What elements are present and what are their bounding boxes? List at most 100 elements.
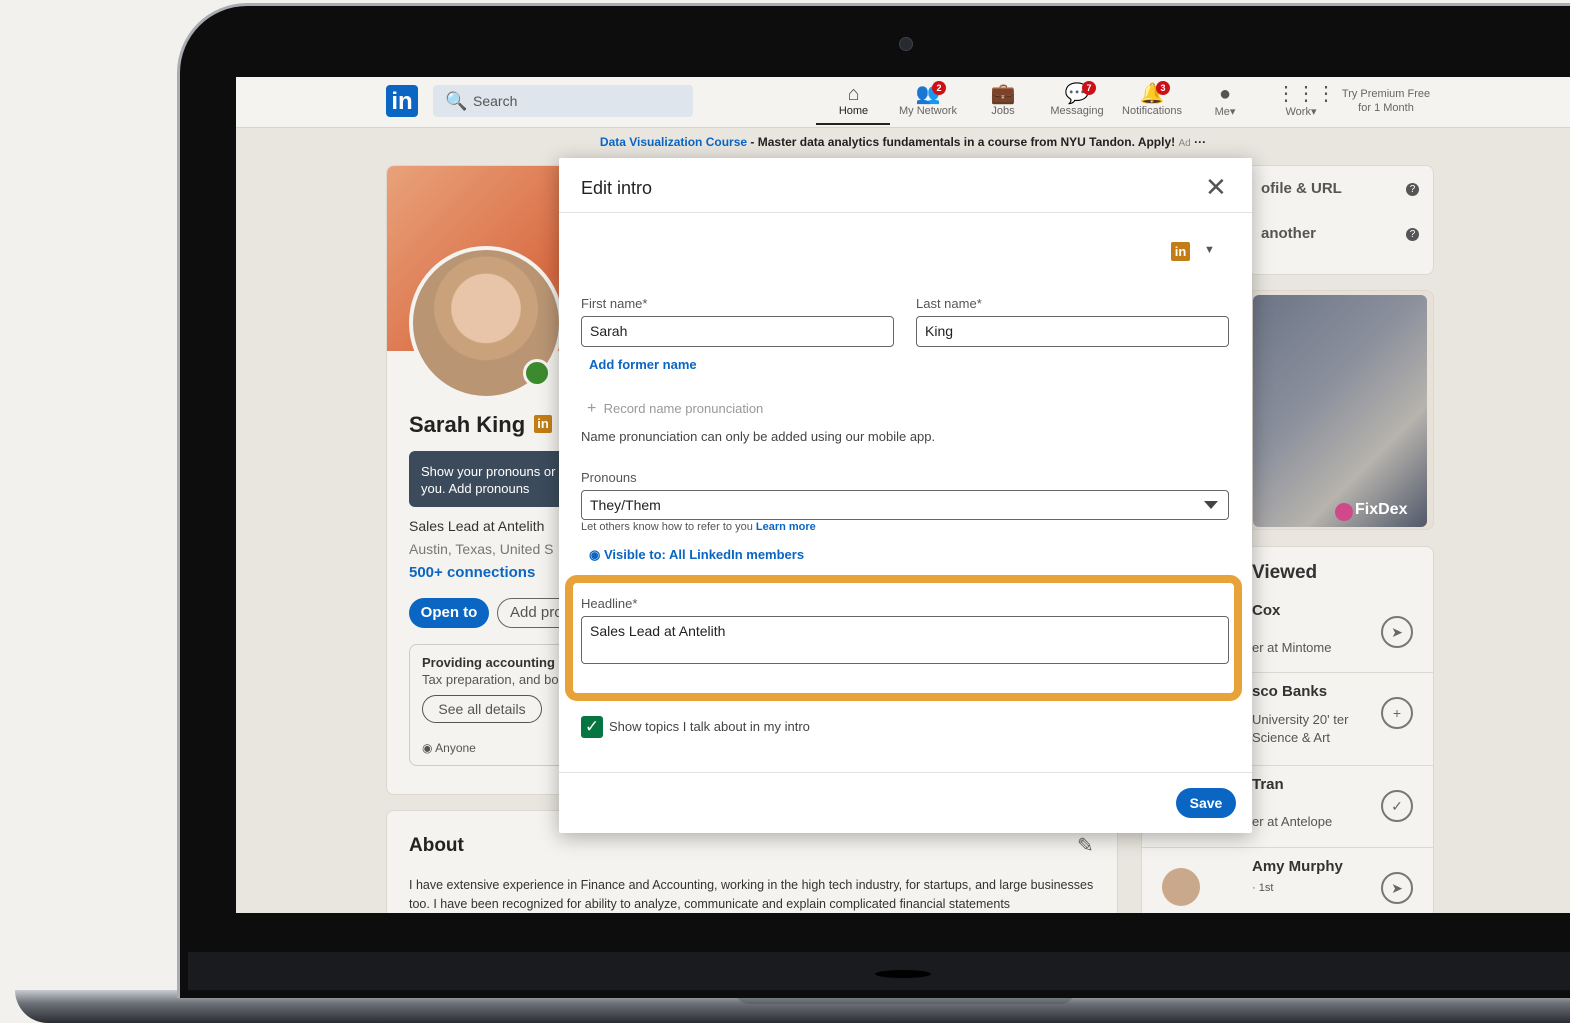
- about-title: About: [409, 835, 464, 856]
- another-language-link[interactable]: another: [1261, 225, 1316, 242]
- bell-icon: 🔔: [1139, 83, 1165, 105]
- profile-url-card: ofile & URL ? another ?: [1246, 165, 1434, 275]
- about-text: I have extensive experience in Finance a…: [409, 878, 1094, 911]
- eye-icon: ◉: [589, 547, 601, 562]
- first-name-field[interactable]: Sarah: [581, 316, 894, 347]
- send-icon[interactable]: ➤: [1381, 616, 1413, 648]
- linkedin-badge-icon[interactable]: in: [1171, 242, 1190, 261]
- headline-textarea[interactable]: Sales Lead at Antelith: [581, 616, 1229, 664]
- fixdex-logo-icon: [1335, 503, 1353, 521]
- ad-banner: Data Visualization Course - Master data …: [236, 135, 1570, 149]
- people-viewed-title: Viewed: [1252, 562, 1318, 583]
- services-title: Providing accounting: [422, 655, 555, 670]
- profile-location: Austin, Texas, United S: [409, 541, 554, 557]
- active-tab-indicator: [816, 123, 890, 125]
- pencil-icon[interactable]: ✎: [1077, 833, 1094, 858]
- plus-icon: +: [587, 400, 597, 417]
- learn-more-link[interactable]: Learn more: [756, 521, 816, 533]
- ad-text: - Master data analytics fundamentals in …: [747, 135, 1176, 149]
- open-to-button[interactable]: Open to: [409, 598, 489, 628]
- nav-home[interactable]: ⌂ Home: [826, 83, 881, 117]
- last-name-field[interactable]: King: [916, 316, 1229, 347]
- nav-me[interactable]: ● Me▾: [1206, 83, 1244, 118]
- help-icon[interactable]: ?: [1406, 228, 1419, 241]
- nav-me-label: Me: [1214, 106, 1230, 118]
- pronoun-hint: Let others know how to refer to you Lear…: [581, 521, 816, 533]
- ad-tag: Ad: [1178, 138, 1191, 149]
- top-nav: in 🔍 Search ⌂ Home 👥 2 My Network 💼 Jobs 💬 7 M…: [236, 77, 1570, 128]
- person-name[interactable]: sco Banks: [1252, 683, 1327, 700]
- list-item[interactable]: Amy Murphy · 1st ➤: [1142, 847, 1433, 913]
- person-name[interactable]: Cox: [1252, 602, 1280, 619]
- nav-jobs[interactable]: 💼 Jobs: [978, 83, 1028, 117]
- chevron-down-icon[interactable]: ▼: [1204, 244, 1215, 256]
- premium-link[interactable]: Try Premium Free for 1 Month: [1336, 87, 1436, 115]
- person-desc: er at Antelope: [1252, 814, 1333, 829]
- person-desc: er at Mintome: [1252, 640, 1332, 655]
- chevron-down-icon: ▾: [1229, 106, 1236, 118]
- linkedin-badge-icon: in: [534, 415, 552, 433]
- connections-link[interactable]: 500+ connections: [409, 564, 535, 581]
- search-placeholder: Search: [473, 93, 518, 109]
- more-icon[interactable]: ···: [1194, 135, 1206, 149]
- search-input[interactable]: 🔍 Search: [433, 85, 693, 117]
- save-button[interactable]: Save: [1176, 788, 1236, 818]
- nav-notifications-label: Notifications: [1122, 105, 1182, 117]
- pronoun-tooltip: Show your pronouns or you. Add pronouns: [409, 451, 569, 507]
- record-pronunciation-button: + Record name pronunciation: [587, 400, 763, 418]
- chat-icon: 💬: [1064, 83, 1090, 105]
- nav-work[interactable]: ⋮⋮⋮ Work▾: [1276, 83, 1336, 118]
- person-name[interactable]: Tran: [1252, 776, 1284, 793]
- visibility-text: Visible to: All LinkedIn members: [603, 547, 805, 562]
- send-icon[interactable]: ➤: [1381, 872, 1413, 904]
- caret-down-icon: [1204, 501, 1218, 509]
- first-name-label: First name*: [581, 296, 648, 311]
- home-icon: ⌂: [847, 83, 860, 105]
- last-name-label: Last name*: [916, 296, 982, 311]
- visibility-link[interactable]: ◉ Visible to: All LinkedIn members: [589, 547, 804, 563]
- visibility-value: Anyone: [435, 741, 476, 755]
- notifications-badge: 3: [1156, 81, 1170, 95]
- pronouns-label: Pronouns: [581, 470, 637, 485]
- divider: [559, 772, 1252, 773]
- services-subtitle: Tax preparation, and bo: [422, 672, 559, 687]
- divider: [559, 212, 1252, 213]
- help-icon[interactable]: ?: [1406, 183, 1419, 196]
- record-label: Record name pronunciation: [603, 401, 764, 416]
- network-badge: 2: [932, 81, 946, 95]
- see-all-details-button[interactable]: See all details: [422, 695, 542, 723]
- close-icon[interactable]: ✕: [1205, 172, 1227, 203]
- profile-headline: Sales Lead at Antelith: [409, 518, 545, 534]
- ad-link[interactable]: Data Visualization Course: [600, 135, 747, 149]
- person-desc: University 20' ter Science & Art: [1252, 712, 1349, 745]
- person-name[interactable]: Amy Murphy: [1252, 858, 1343, 875]
- show-topics-label: Show topics I talk about in my intro: [609, 719, 810, 734]
- linkedin-logo-icon[interactable]: in: [386, 85, 418, 117]
- ad-image: [1253, 295, 1427, 527]
- add-former-name-link[interactable]: Add former name: [589, 357, 697, 372]
- nav-messaging-label: Messaging: [1050, 105, 1104, 117]
- show-topics-checkbox[interactable]: ✓: [581, 716, 603, 738]
- camera-icon: [899, 37, 913, 51]
- person-desc: · 1st: [1252, 882, 1274, 894]
- online-status-icon: [523, 359, 551, 387]
- nav-notifications[interactable]: 🔔 3 Notifications: [1116, 81, 1188, 117]
- grid-icon: ⋮⋮⋮: [1276, 83, 1336, 105]
- sidebar-ad[interactable]: FixDex: [1246, 290, 1434, 530]
- pronunciation-note: Name pronunciation can only be added usi…: [581, 429, 936, 444]
- profile-name: Sarah King: [409, 412, 526, 437]
- nav-network-label: My Network: [898, 105, 958, 117]
- pronouns-select[interactable]: They/Them: [581, 490, 1229, 520]
- avatar[interactable]: [1162, 868, 1200, 906]
- nav-my-network[interactable]: 👥 2 My Network: [894, 81, 962, 117]
- check-icon[interactable]: ✓: [1381, 790, 1413, 822]
- nav-work-label: Work: [1285, 106, 1311, 118]
- profile-url-link[interactable]: ofile & URL: [1261, 180, 1342, 197]
- chevron-down-icon: ▾: [1310, 106, 1317, 118]
- avatar: ●: [1218, 83, 1232, 105]
- nav-messaging[interactable]: 💬 7 Messaging: [1046, 81, 1108, 117]
- laptop-logo-mark: [875, 970, 931, 978]
- connect-icon[interactable]: +: [1381, 697, 1413, 729]
- people-icon: 👥: [915, 83, 941, 105]
- pronouns-value: They/Them: [590, 497, 661, 513]
